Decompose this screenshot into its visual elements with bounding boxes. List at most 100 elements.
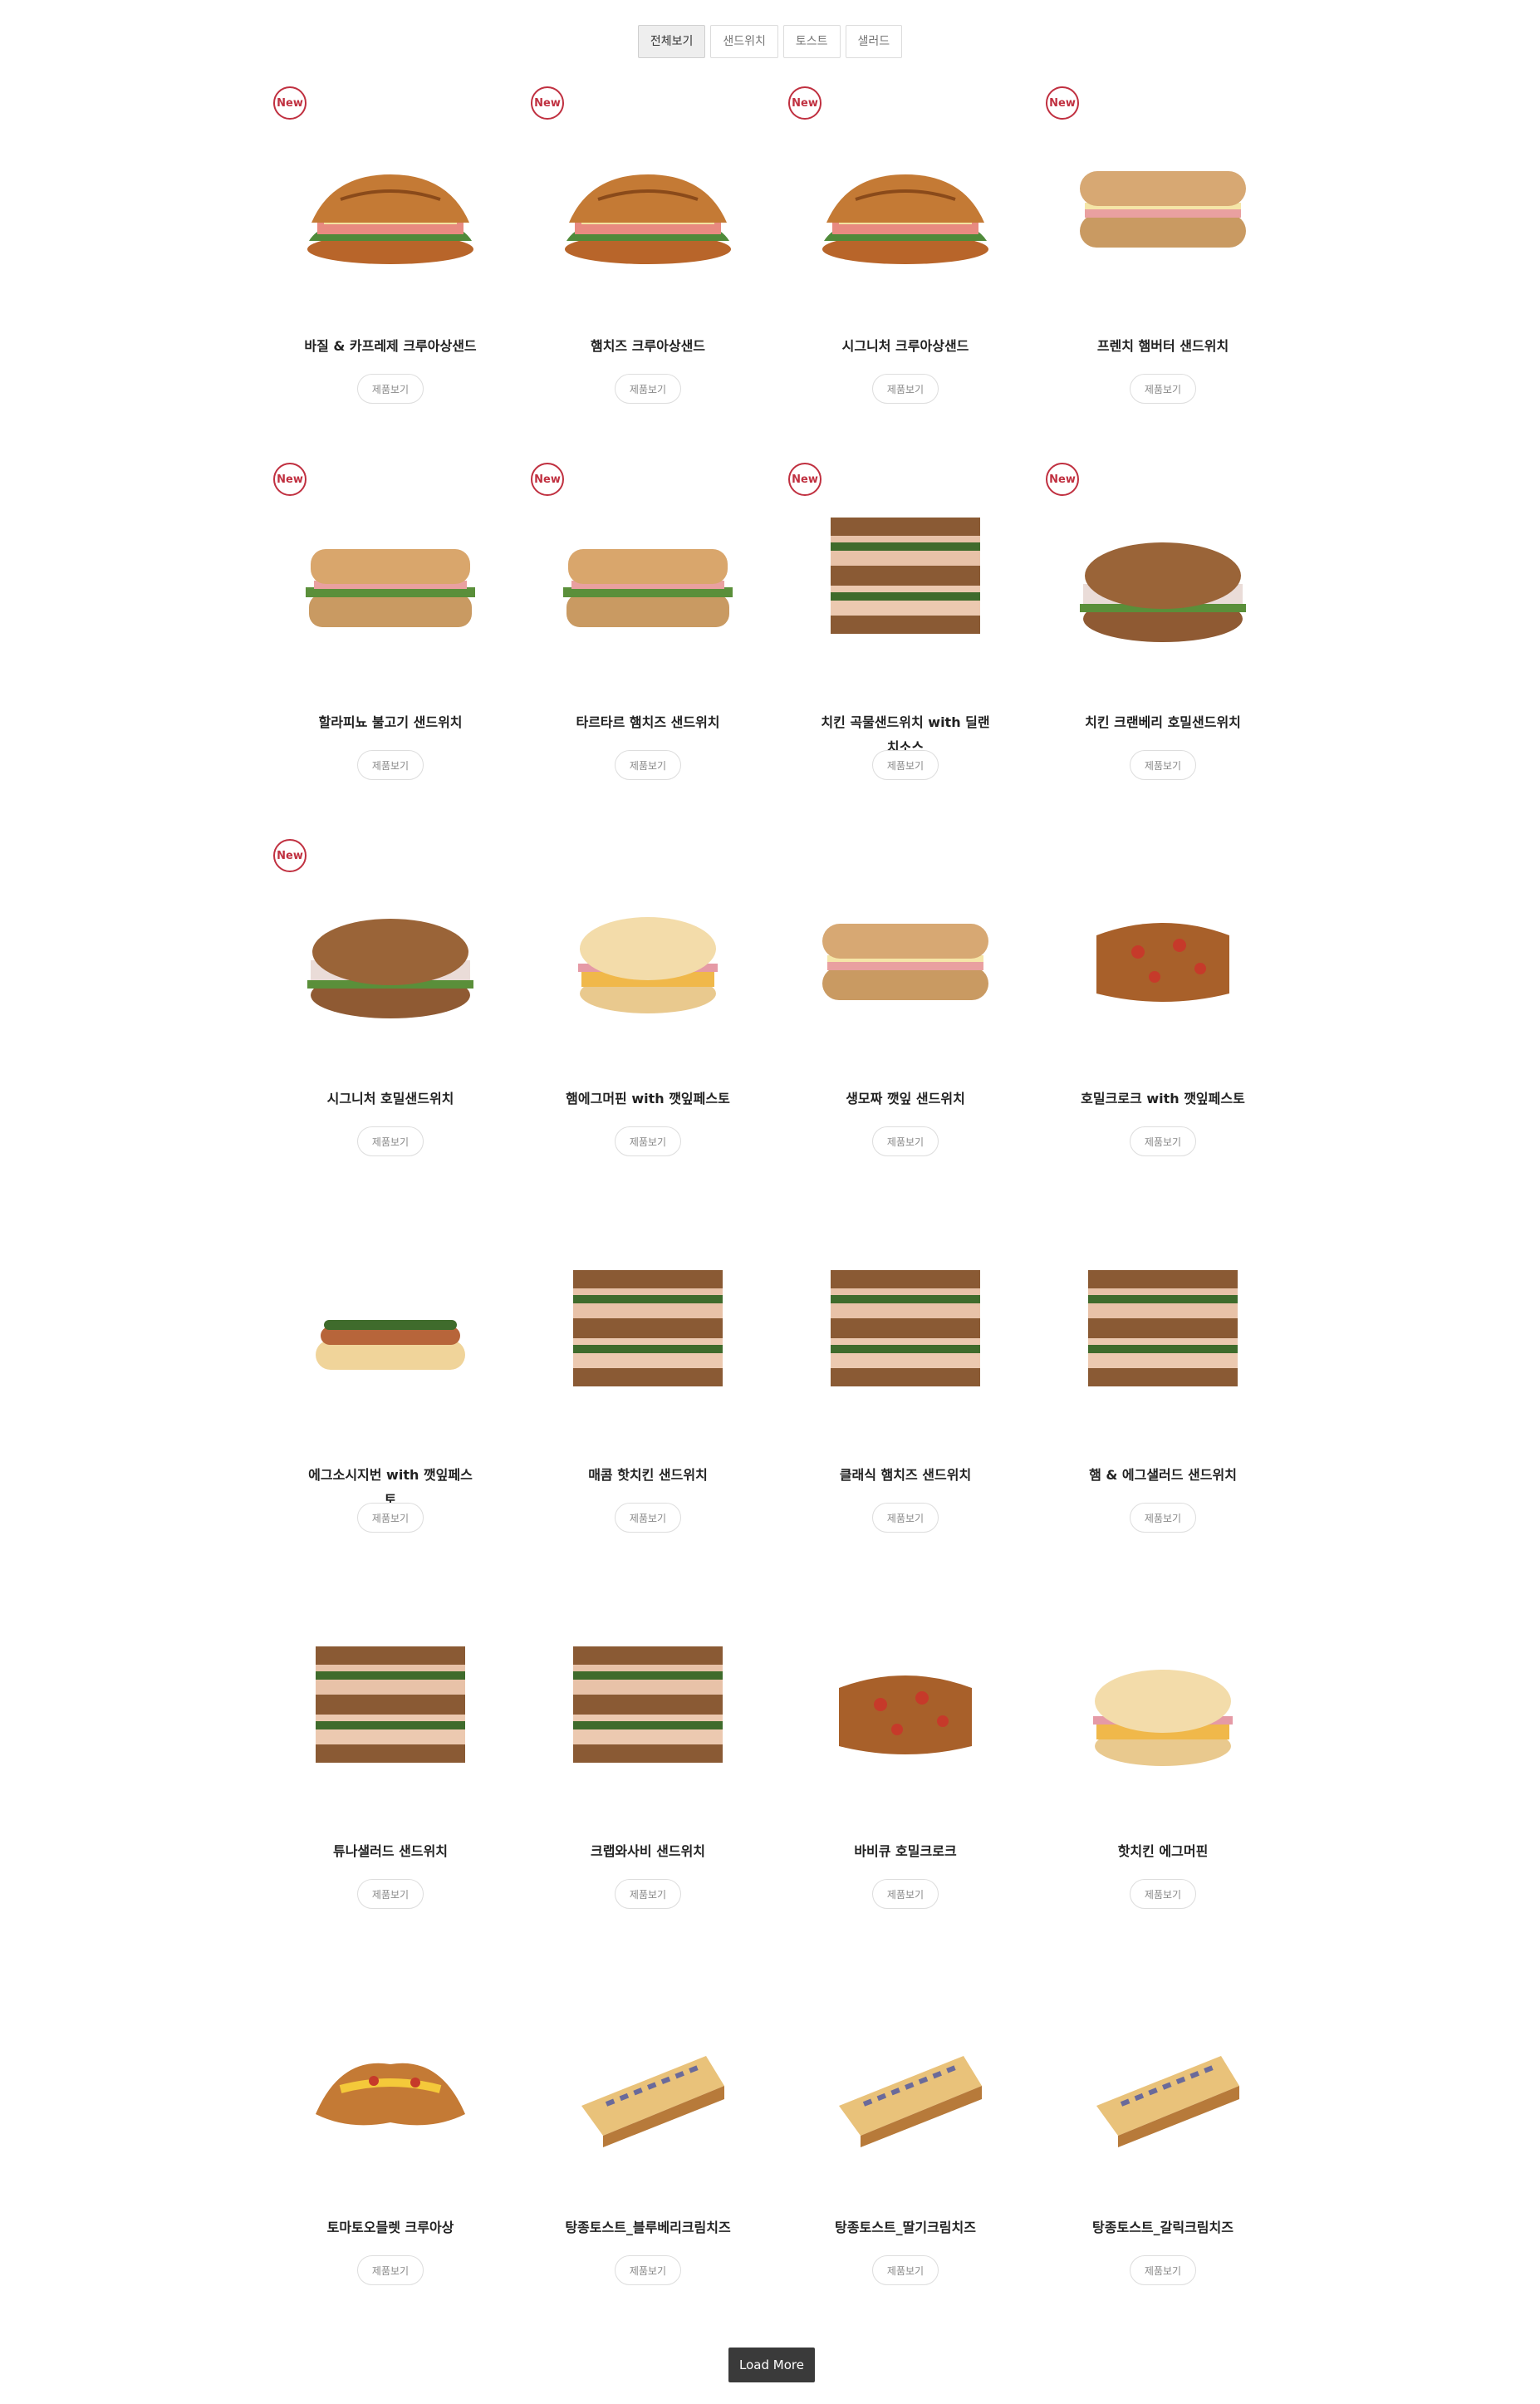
stacked-sandwich-icon[interactable] <box>806 1254 1005 1420</box>
product-card[interactable]: New 치킨 곡물샌드위치 with 딜랜치소스 제품보기 <box>777 459 1034 836</box>
toast-icon[interactable] <box>806 1630 1005 1796</box>
view-product-button[interactable]: 제품보기 <box>357 1879 424 1909</box>
product-card[interactable]: 바비큐 호밀크로크제품보기 <box>777 1588 1034 1965</box>
toast-icon[interactable] <box>1063 877 1263 1043</box>
tab-salad[interactable]: 샐러드 <box>845 25 903 58</box>
baguette-sandwich-icon[interactable] <box>806 877 1005 1043</box>
product-card[interactable]: 클래식 햄치즈 샌드위치제품보기 <box>777 1212 1034 1588</box>
product-name[interactable]: 타르타르 햄치즈 샌드위치 <box>561 710 735 735</box>
product-name[interactable]: 바비큐 호밀크로크 <box>818 1839 993 1864</box>
product-card[interactable]: New 바질 & 카프레제 크루아상샌드 제품보기 <box>262 83 519 459</box>
product-card[interactable]: New 치킨 크랜베리 호밀샌드위치 제품보기 <box>1034 459 1292 836</box>
product-name[interactable]: 탕종토스트_갈릭크림치즈 <box>1076 2215 1250 2240</box>
ciabatta-sandwich-icon[interactable] <box>548 501 748 667</box>
product-card[interactable]: 생모짜 깻잎 샌드위치제품보기 <box>777 836 1034 1212</box>
product-name[interactable]: 시그니처 크루아상샌드 <box>818 334 993 359</box>
product-card[interactable]: 탕종토스트_블루베리크림치즈제품보기 <box>519 1965 777 2341</box>
product-card[interactable]: 햄 & 에그샐러드 샌드위치제품보기 <box>1034 1212 1292 1588</box>
baguette-sandwich-icon[interactable] <box>1063 125 1263 291</box>
view-product-button[interactable]: 제품보기 <box>615 1126 681 1156</box>
view-product-button[interactable]: 제품보기 <box>872 1879 939 1909</box>
product-name[interactable]: 호밀크로크 with 깻잎페스토 <box>1076 1087 1250 1111</box>
product-card[interactable]: 탕종토스트_딸기크림치즈제품보기 <box>777 1965 1034 2341</box>
product-card[interactable]: New 시그니처 크루아상샌드 제품보기 <box>777 83 1034 459</box>
view-product-button[interactable]: 제품보기 <box>872 750 939 780</box>
product-name[interactable]: 튜나샐러드 샌드위치 <box>303 1839 478 1864</box>
tab-sandwich[interactable]: 샌드위치 <box>710 25 778 58</box>
product-card[interactable]: 튜나샐러드 샌드위치제품보기 <box>262 1588 519 1965</box>
product-name[interactable]: 탕종토스트_블루베리크림치즈 <box>561 2215 735 2240</box>
round-sandwich-icon[interactable] <box>291 877 490 1043</box>
view-product-button[interactable]: 제품보기 <box>872 374 939 404</box>
product-name[interactable]: 토마토오믈렛 크루아상 <box>303 2215 478 2240</box>
product-card[interactable]: 탕종토스트_갈릭크림치즈제품보기 <box>1034 1965 1292 2341</box>
product-card[interactable]: New 햄치즈 크루아상샌드 제품보기 <box>519 83 777 459</box>
stacked-sandwich-icon[interactable] <box>806 501 1005 667</box>
product-name[interactable]: 치킨 크랜베리 호밀샌드위치 <box>1076 710 1250 735</box>
product-name[interactable]: 프렌치 햄버터 샌드위치 <box>1076 334 1250 359</box>
view-product-button[interactable]: 제품보기 <box>615 374 681 404</box>
view-product-button[interactable]: 제품보기 <box>357 1503 424 1533</box>
product-card[interactable]: 핫치킨 에그머핀제품보기 <box>1034 1588 1292 1965</box>
view-product-button[interactable]: 제품보기 <box>615 2255 681 2285</box>
tab-toast[interactable]: 토스트 <box>782 25 841 58</box>
product-card[interactable]: New 타르타르 햄치즈 샌드위치 제품보기 <box>519 459 777 836</box>
product-name[interactable]: 매콤 핫치킨 샌드위치 <box>561 1463 735 1488</box>
product-name[interactable]: 바질 & 카프레제 크루아상샌드 <box>303 334 478 359</box>
view-product-button[interactable]: 제품보기 <box>357 750 424 780</box>
stacked-sandwich-icon[interactable] <box>548 1254 748 1420</box>
view-product-button[interactable]: 제품보기 <box>872 1503 939 1533</box>
product-card[interactable]: New 할라피뇨 불고기 샌드위치제품보기 <box>262 459 519 836</box>
toast-slice-icon[interactable] <box>1063 2006 1263 2172</box>
view-product-button[interactable]: 제품보기 <box>357 2255 424 2285</box>
product-card[interactable]: 호밀크로크 with 깻잎페스토제품보기 <box>1034 836 1292 1212</box>
view-product-button[interactable]: 제품보기 <box>615 1503 681 1533</box>
product-name[interactable]: 핫치킨 에그머핀 <box>1076 1839 1250 1864</box>
product-card[interactable]: 햄에그머핀 with 깻잎페스토제품보기 <box>519 836 777 1212</box>
view-product-button[interactable]: 제품보기 <box>1130 1126 1196 1156</box>
hotdog-bun-icon[interactable] <box>291 1254 490 1420</box>
view-product-button[interactable]: 제품보기 <box>1130 2255 1196 2285</box>
load-more-button[interactable]: Load More <box>728 2348 815 2382</box>
product-card[interactable]: 매콤 핫치킨 샌드위치제품보기 <box>519 1212 777 1588</box>
stacked-sandwich-icon[interactable] <box>548 1630 748 1796</box>
product-name[interactable]: 생모짜 깻잎 샌드위치 <box>818 1087 993 1111</box>
product-name[interactable]: 탕종토스트_딸기크림치즈 <box>818 2215 993 2240</box>
product-name[interactable]: 햄에그머핀 with 깻잎페스토 <box>561 1087 735 1111</box>
stacked-sandwich-icon[interactable] <box>1063 1254 1263 1420</box>
view-product-button[interactable]: 제품보기 <box>357 1126 424 1156</box>
toast-slice-icon[interactable] <box>806 2006 1005 2172</box>
view-product-button[interactable]: 제품보기 <box>1130 1879 1196 1909</box>
new-badge: New <box>273 463 307 496</box>
croissant-sandwich-icon[interactable] <box>291 125 490 291</box>
product-name[interactable]: 시그니처 호밀샌드위치 <box>303 1087 478 1111</box>
product-name[interactable]: 햄치즈 크루아상샌드 <box>561 334 735 359</box>
product-card[interactable]: New 시그니처 호밀샌드위치 제품보기 <box>262 836 519 1212</box>
view-product-button[interactable]: 제품보기 <box>1130 374 1196 404</box>
muffin-icon[interactable] <box>1063 1630 1263 1796</box>
product-card[interactable]: 에그소시지번 with 깻잎페스토 제품보기 <box>262 1212 519 1588</box>
muffin-icon[interactable] <box>548 877 748 1043</box>
product-name[interactable]: 할라피뇨 불고기 샌드위치 <box>303 710 478 735</box>
stacked-sandwich-icon[interactable] <box>291 1630 490 1796</box>
view-product-button[interactable]: 제품보기 <box>615 750 681 780</box>
round-sandwich-icon[interactable] <box>1063 501 1263 667</box>
product-card[interactable]: 크랩와사비 샌드위치제품보기 <box>519 1588 777 1965</box>
product-name[interactable]: 크랩와사비 샌드위치 <box>561 1839 735 1864</box>
view-product-button[interactable]: 제품보기 <box>615 1879 681 1909</box>
product-name[interactable]: 클래식 햄치즈 샌드위치 <box>818 1463 993 1488</box>
product-card[interactable]: 토마토오믈렛 크루아상제품보기 <box>262 1965 519 2341</box>
view-product-button[interactable]: 제품보기 <box>872 1126 939 1156</box>
product-card[interactable]: New 프렌치 햄버터 샌드위치 제품보기 <box>1034 83 1292 459</box>
toast-slice-icon[interactable] <box>548 2006 748 2172</box>
croissant-icon[interactable] <box>291 2006 490 2172</box>
ciabatta-sandwich-icon[interactable] <box>291 501 490 667</box>
tab-all[interactable]: 전체보기 <box>637 25 706 58</box>
view-product-button[interactable]: 제품보기 <box>357 374 424 404</box>
croissant-sandwich-icon[interactable] <box>548 125 748 291</box>
product-name[interactable]: 햄 & 에그샐러드 샌드위치 <box>1076 1463 1250 1488</box>
croissant-sandwich-icon[interactable] <box>806 125 1005 291</box>
view-product-button[interactable]: 제품보기 <box>872 2255 939 2285</box>
view-product-button[interactable]: 제품보기 <box>1130 1503 1196 1533</box>
view-product-button[interactable]: 제품보기 <box>1130 750 1196 780</box>
